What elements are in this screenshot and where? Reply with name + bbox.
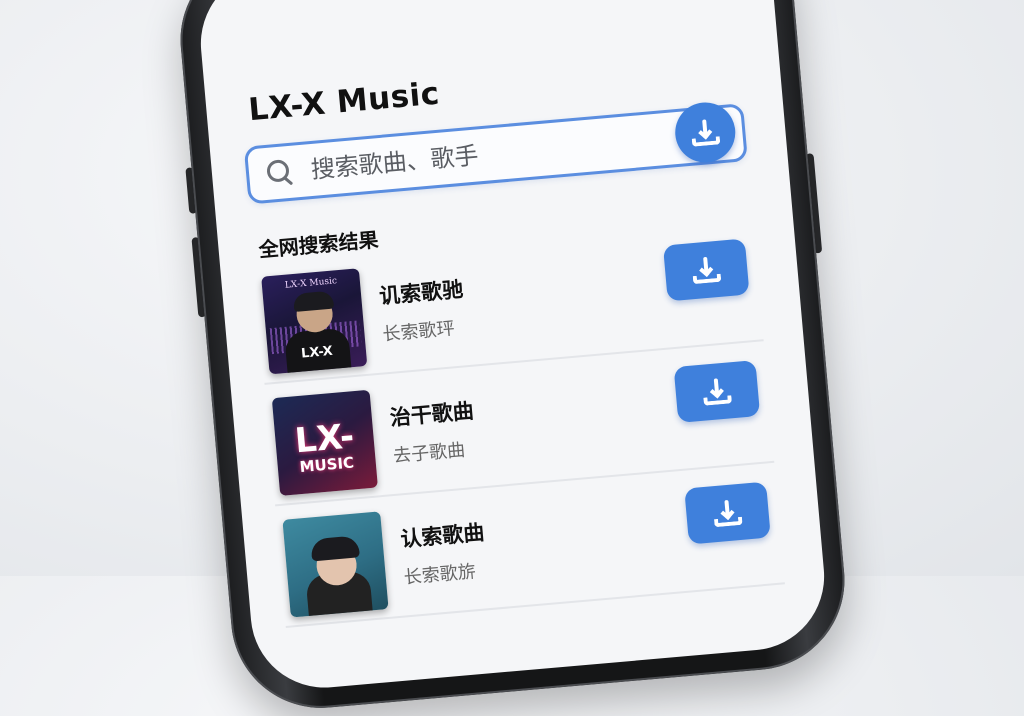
album-cover: LX- MUSIC	[271, 389, 378, 496]
search-icon	[264, 156, 297, 189]
song-info: 治干歌曲 去子歌曲	[389, 395, 478, 468]
song-info: 讥索歌驰 长索歌玶	[378, 273, 467, 346]
app-content: LX-X Music 全网搜索结果 LX‑X Music	[239, 49, 786, 642]
song-artist: 长索歌旂	[403, 561, 477, 589]
phone-mockup: LX-X Music 全网搜索结果 LX‑X Music	[173, 0, 852, 716]
song-title: 讥索歌驰	[378, 277, 465, 309]
song-info: 认索歌曲 长索歌旂	[399, 516, 488, 589]
download-button[interactable]	[684, 481, 771, 545]
download-icon	[690, 118, 721, 147]
album-cover: LX‑X Music LX-X	[261, 268, 368, 375]
song-title: 治干歌曲	[388, 398, 475, 431]
download-icon	[712, 499, 743, 528]
phone-screen: LX-X Music 全网搜索结果 LX‑X Music	[194, 0, 831, 694]
album-cover	[282, 511, 389, 618]
song-artist: 长索歌玶	[381, 318, 456, 346]
download-icon	[691, 256, 722, 285]
search-input[interactable]	[307, 126, 644, 186]
song-title: 认索歌曲	[399, 520, 486, 552]
song-artist: 去子歌曲	[392, 439, 466, 467]
download-button[interactable]	[673, 360, 761, 423]
cover-caption: LX‑X Music	[284, 276, 338, 291]
download-icon	[702, 377, 732, 406]
download-button[interactable]	[662, 238, 750, 302]
